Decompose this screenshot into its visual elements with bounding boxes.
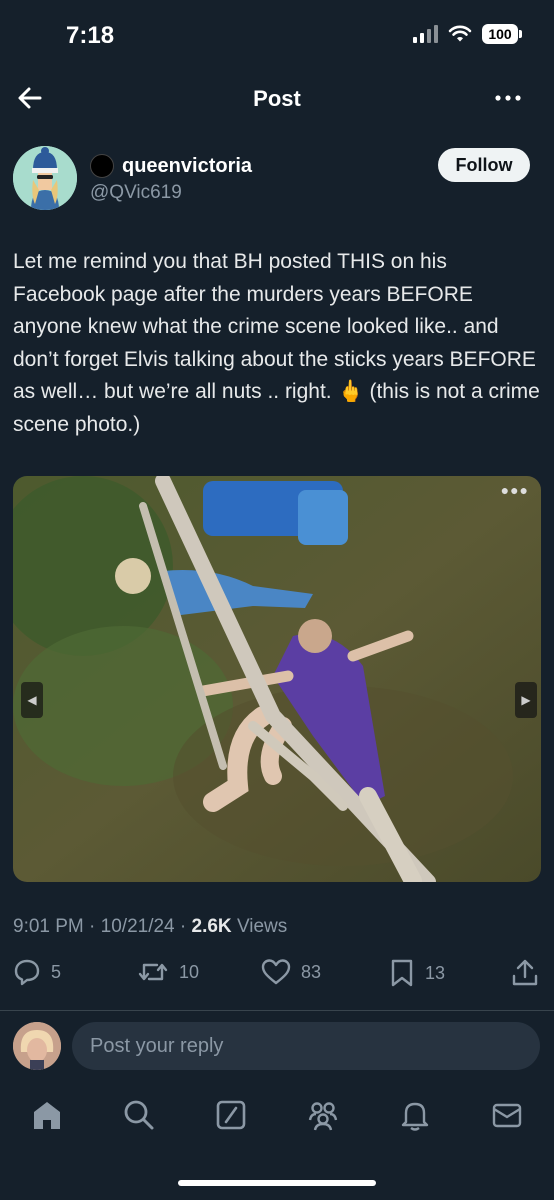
bookmark-count: 13 <box>425 962 446 983</box>
status-time: 7:18 <box>66 22 115 49</box>
tab-bar <box>0 1086 554 1146</box>
search-icon[interactable] <box>122 1098 156 1132</box>
media-dots-icon: ●●● <box>500 482 529 498</box>
grok-icon[interactable] <box>214 1098 248 1132</box>
author-info[interactable]: queenvictoria @QVic619 <box>90 154 252 204</box>
messages-icon[interactable] <box>490 1098 524 1132</box>
like-button[interactable]: 83 <box>261 958 321 986</box>
status-bar: 7:18 100 <box>0 0 554 70</box>
author-display-name[interactable]: queenvictoria <box>122 155 252 178</box>
communities-icon[interactable] <box>306 1098 340 1132</box>
home-indicator[interactable] <box>178 1180 376 1186</box>
bookmark-icon <box>391 959 413 987</box>
nav-bar: Post <box>0 70 554 126</box>
repost-icon <box>138 963 168 981</box>
reply-button[interactable]: 5 <box>13 958 61 986</box>
like-count: 83 <box>301 961 322 982</box>
author-avatar[interactable] <box>13 146 77 210</box>
post-actions: 5 10 83 13 <box>13 958 541 994</box>
user-avatar-image <box>13 1022 61 1070</box>
page-title: Post <box>253 86 301 111</box>
profile-badge-icon <box>90 154 114 178</box>
avatar-image <box>13 146 77 210</box>
post-time: 9:01 PM <box>13 916 84 937</box>
reply-icon <box>14 959 40 986</box>
reply-input[interactable] <box>72 1022 540 1070</box>
bookmark-button[interactable]: 13 <box>389 958 445 988</box>
heart-icon <box>261 959 291 985</box>
cellular-signal-icon <box>413 25 438 43</box>
follow-button[interactable]: Follow <box>438 148 530 182</box>
post-image[interactable]: ◀ ▶ ●●● <box>13 476 541 882</box>
notifications-icon[interactable] <box>398 1098 432 1132</box>
media-next-arrow-icon[interactable]: ▶ <box>515 682 537 718</box>
share-icon <box>512 959 538 986</box>
post-date: 10/21/24 <box>100 916 175 937</box>
photo <box>13 476 541 882</box>
battery-icon: 100 <box>482 24 522 44</box>
home-icon[interactable] <box>30 1098 64 1132</box>
post-meta: 9:01 PM · 10/21/24 · 2.6K Views <box>13 916 288 937</box>
views-count: 2.6K <box>191 916 232 937</box>
views-label: Views <box>236 916 288 937</box>
user-avatar[interactable] <box>13 1022 61 1070</box>
status-icons: 100 <box>413 24 522 44</box>
author-handle[interactable]: @QVic619 <box>90 182 252 204</box>
post-text: Let me remind you that BH posted THIS on… <box>13 250 546 436</box>
repost-button[interactable]: 10 <box>137 958 199 986</box>
share-button[interactable] <box>511 958 539 988</box>
repost-count: 10 <box>179 961 200 982</box>
reply-count: 5 <box>51 961 62 982</box>
media-prev-arrow-icon[interactable]: ◀ <box>21 682 43 718</box>
more-icon[interactable] <box>492 82 524 114</box>
divider <box>0 1010 554 1011</box>
wifi-icon <box>448 25 472 42</box>
